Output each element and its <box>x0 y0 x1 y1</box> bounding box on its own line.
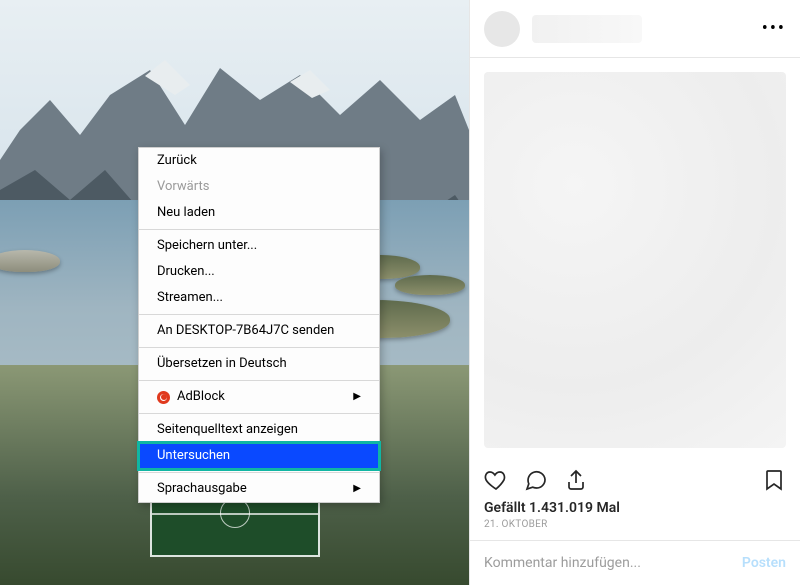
post-viewer: Zurück Vorwärts Neu laden Speichern unte… <box>0 0 800 585</box>
menu-item-stream[interactable]: Streamen... <box>139 285 379 311</box>
more-options-button[interactable]: ••• <box>762 18 786 39</box>
chevron-right-icon: ▶ <box>353 480 361 498</box>
menu-item-inspect[interactable]: Untersuchen <box>139 443 379 469</box>
menu-separator <box>139 413 379 414</box>
username-placeholder[interactable] <box>532 15 642 43</box>
menu-item-send-to[interactable]: An DESKTOP-7B64J7C senden <box>139 318 379 344</box>
caption-placeholder <box>484 72 786 448</box>
menu-separator <box>139 347 379 348</box>
comment-box: Kommentar hinzufügen... Posten <box>470 540 800 585</box>
heart-icon <box>484 468 508 492</box>
post-header: ••• <box>470 0 800 58</box>
likes-count[interactable]: Gefällt 1.431.019 Mal <box>470 498 800 516</box>
menu-item-speech[interactable]: Sprachausgabe ▶ <box>139 476 379 502</box>
share-icon <box>564 468 588 492</box>
menu-item-label: AdBlock <box>177 388 225 406</box>
caption-area <box>470 58 800 462</box>
save-button[interactable] <box>762 468 786 496</box>
islet <box>395 275 465 295</box>
like-button[interactable] <box>484 468 508 496</box>
comment-input[interactable]: Kommentar hinzufügen... <box>484 555 742 571</box>
menu-separator <box>139 380 379 381</box>
post-sidebar: ••• Gefällt 1.431.019 Mal 21. Oktober Ko… <box>469 0 800 585</box>
menu-item-print[interactable]: Drucken... <box>139 259 379 285</box>
village-islet <box>0 250 60 272</box>
adblock-icon <box>157 391 170 404</box>
menu-item-label: Sprachausgabe <box>157 480 247 498</box>
post-date: 21. Oktober <box>470 516 800 540</box>
menu-item-reload[interactable]: Neu laden <box>139 200 379 226</box>
menu-item-forward: Vorwärts <box>139 174 379 200</box>
action-bar <box>470 462 800 498</box>
bookmark-icon <box>762 468 786 492</box>
menu-item-save-as[interactable]: Speichern unter... <box>139 233 379 259</box>
menu-separator <box>139 229 379 230</box>
chevron-right-icon: ▶ <box>353 388 361 406</box>
avatar[interactable] <box>484 11 520 47</box>
menu-item-adblock[interactable]: AdBlock ▶ <box>139 384 379 410</box>
context-menu: Zurück Vorwärts Neu laden Speichern unte… <box>138 147 380 503</box>
comment-icon <box>524 468 548 492</box>
menu-item-translate[interactable]: Übersetzen in Deutsch <box>139 351 379 377</box>
menu-separator <box>139 314 379 315</box>
menu-item-back[interactable]: Zurück <box>139 148 379 174</box>
comment-button[interactable] <box>524 468 548 496</box>
menu-item-view-source[interactable]: Seitenquelltext anzeigen <box>139 417 379 443</box>
share-button[interactable] <box>564 468 588 496</box>
post-image[interactable]: Zurück Vorwärts Neu laden Speichern unte… <box>0 0 469 585</box>
menu-separator <box>139 472 379 473</box>
post-comment-button[interactable]: Posten <box>742 555 786 571</box>
